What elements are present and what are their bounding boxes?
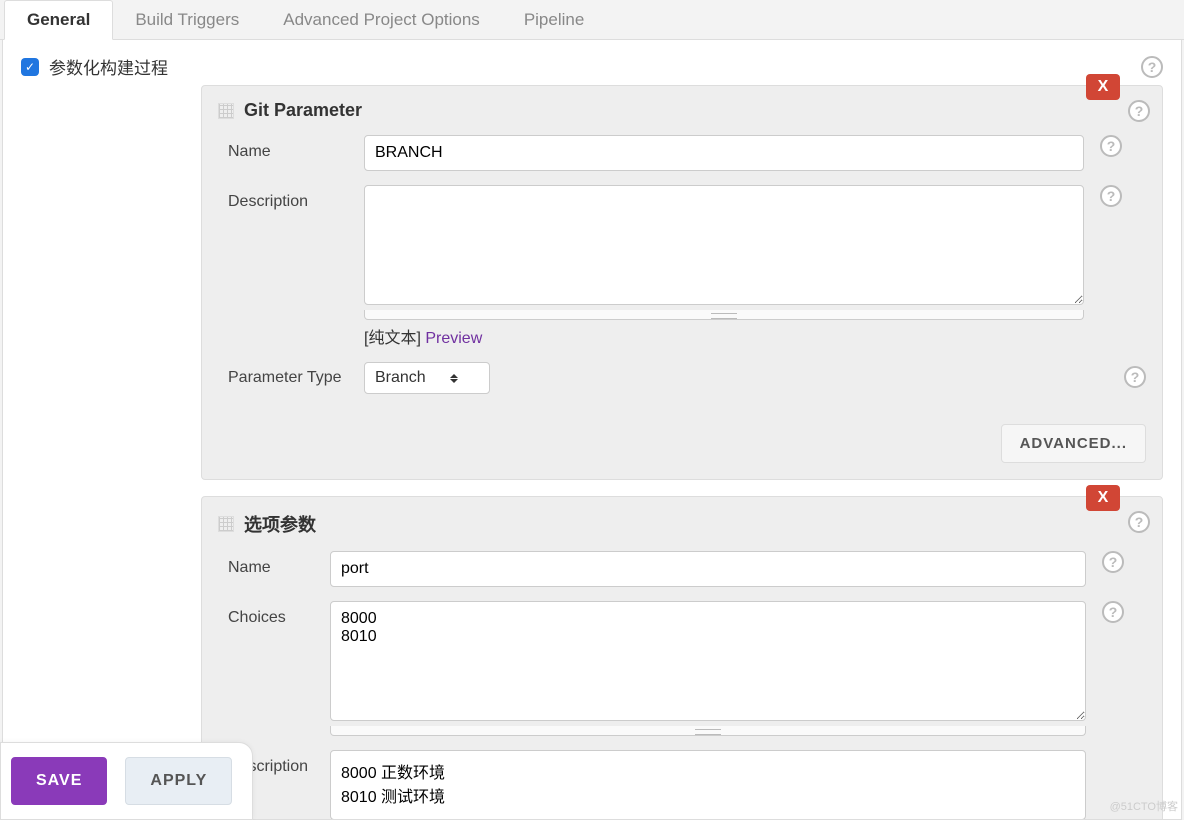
parameterized-checkbox[interactable]: ✓ xyxy=(21,58,39,76)
help-icon[interactable]: ? xyxy=(1100,185,1122,207)
save-button[interactable]: SAVE xyxy=(11,757,107,805)
preview-link[interactable]: Preview xyxy=(425,330,482,347)
plain-text-label: [纯文本] xyxy=(364,330,425,347)
description-input[interactable] xyxy=(364,185,1084,305)
description-row: Description [纯文本] Preview ? xyxy=(228,185,1146,348)
choices-label: Choices xyxy=(228,601,314,627)
name-label: Name xyxy=(228,135,348,161)
resize-handle[interactable] xyxy=(330,726,1086,736)
parameter-type-label: Parameter Type xyxy=(228,369,348,387)
help-icon[interactable]: ? xyxy=(1128,100,1150,122)
help-icon[interactable]: ? xyxy=(1141,56,1163,78)
parameter-type-row: Parameter Type Branch ? xyxy=(228,362,1146,394)
parameterized-label: 参数化构建过程 xyxy=(49,54,168,79)
content-pane: ✓ 参数化构建过程 ? X Git Parameter ? Name ? xyxy=(2,40,1182,820)
help-icon[interactable]: ? xyxy=(1100,135,1122,157)
name-input[interactable] xyxy=(330,551,1086,587)
chevron-updown-icon xyxy=(450,374,458,383)
drag-handle-icon[interactable] xyxy=(218,103,234,119)
panel-title: 选项参数 xyxy=(244,511,316,537)
panel-title: Git Parameter xyxy=(244,100,362,121)
name-label: Name xyxy=(228,551,314,577)
apply-button[interactable]: APPLY xyxy=(125,757,232,805)
description-row: Description xyxy=(228,750,1146,820)
tab-build-triggers[interactable]: Build Triggers xyxy=(113,0,261,39)
help-icon[interactable]: ? xyxy=(1124,366,1146,388)
choices-row: Choices ? xyxy=(228,601,1146,736)
help-icon[interactable]: ? xyxy=(1102,551,1124,573)
choices-input[interactable] xyxy=(330,601,1086,721)
description-input[interactable] xyxy=(330,750,1086,820)
config-tabs: General Build Triggers Advanced Project … xyxy=(0,0,1184,40)
action-bar: SAVE APPLY xyxy=(0,742,253,820)
parameter-type-value: Branch xyxy=(375,369,426,387)
advanced-button[interactable]: ADVANCED... xyxy=(1001,424,1146,463)
name-row: Name ? xyxy=(228,551,1146,587)
git-parameter-panel: X Git Parameter ? Name ? Description xyxy=(201,85,1163,480)
drag-handle-icon[interactable] xyxy=(218,516,234,532)
help-icon[interactable]: ? xyxy=(1102,601,1124,623)
watermark: @51CTO博客 xyxy=(1110,798,1178,814)
resize-handle[interactable] xyxy=(364,310,1084,320)
name-row: Name ? xyxy=(228,135,1146,171)
description-label: Description xyxy=(228,185,348,211)
tab-general[interactable]: General xyxy=(4,0,113,40)
tab-advanced-project-options[interactable]: Advanced Project Options xyxy=(261,0,502,39)
choice-parameter-panel: X 选项参数 ? Name ? Choices xyxy=(201,496,1163,820)
name-input[interactable] xyxy=(364,135,1084,171)
parameter-type-select[interactable]: Branch xyxy=(364,362,490,394)
help-icon[interactable]: ? xyxy=(1128,511,1150,533)
tab-pipeline[interactable]: Pipeline xyxy=(502,0,607,39)
